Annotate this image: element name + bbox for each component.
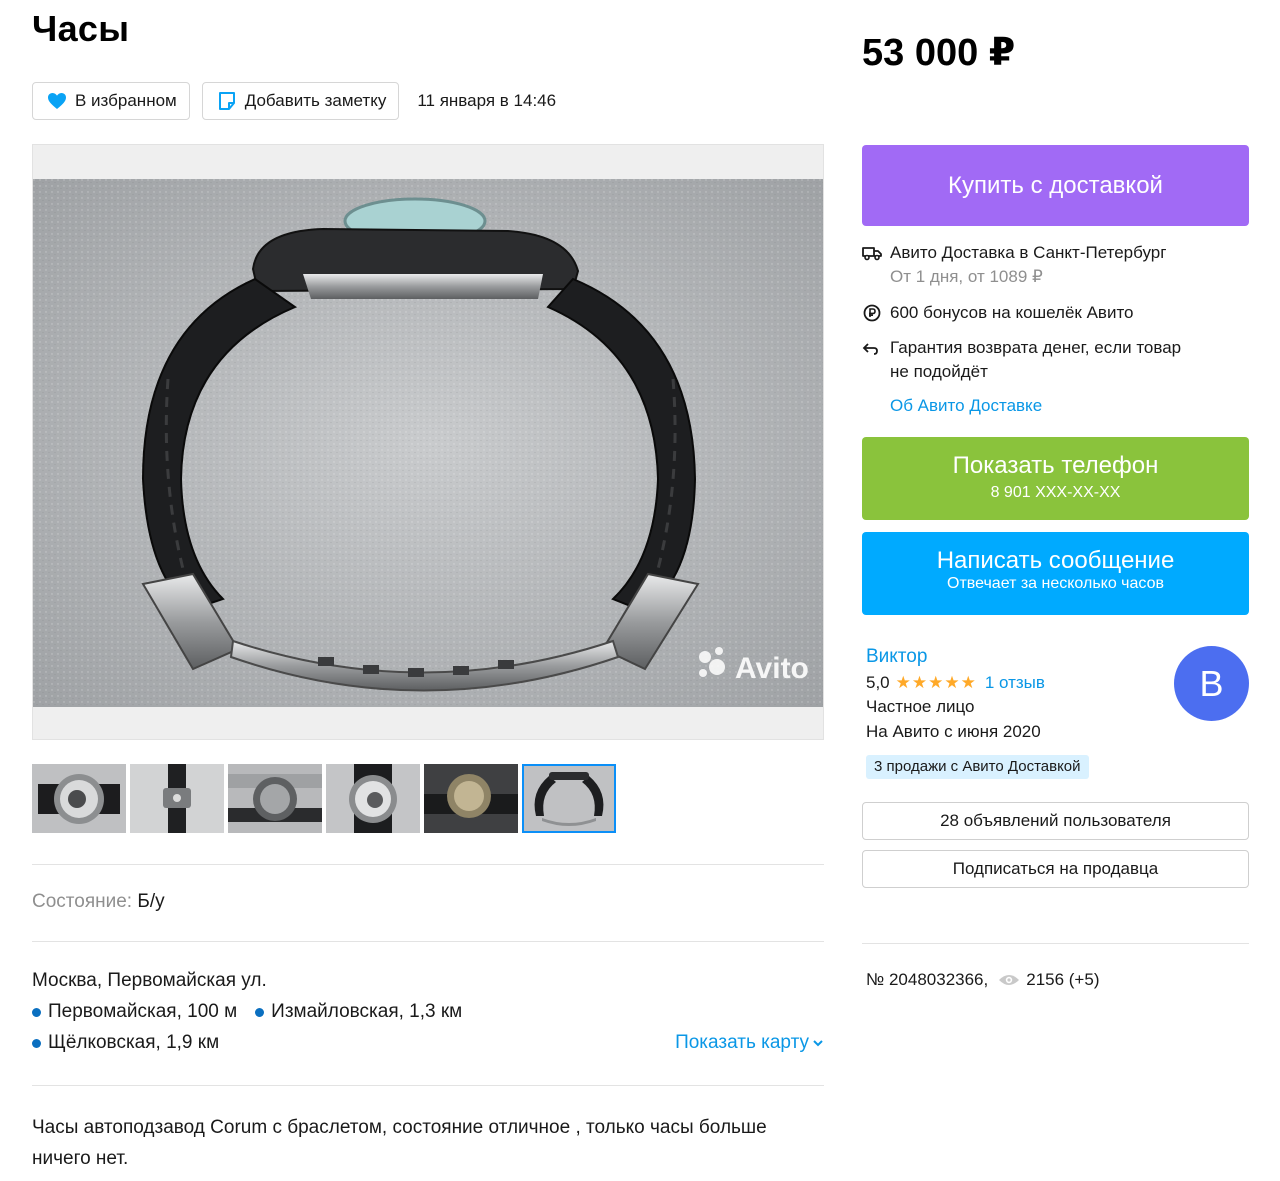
description: Часы автоподзавод Corum с браслетом, сос…	[32, 1117, 767, 1169]
ruble-coin-icon	[863, 304, 881, 322]
show-map-link[interactable]: Показать карту	[675, 1032, 824, 1054]
page-title: Часы	[32, 8, 130, 49]
reviews-link[interactable]: 1 отзыв	[985, 673, 1045, 693]
heart-icon	[48, 93, 66, 109]
avito-watermark: Avito	[735, 652, 809, 685]
avatar[interactable]: В	[1174, 646, 1249, 721]
return-arrow-icon	[862, 343, 878, 355]
user-ads-button[interactable]: 28 объявлений пользователя	[862, 802, 1249, 840]
write-message-label: Написать сообщение	[936, 547, 1175, 574]
condition-value: Б/у	[137, 891, 165, 912]
guarantee-info: Гарантия возврата денег, если товар не п…	[862, 336, 1181, 384]
eye-icon	[999, 975, 1020, 985]
ad-meta: № 2048032366, 2156 (+5)	[866, 970, 1099, 990]
seller-type: Частное лицо	[866, 697, 975, 716]
metro-list: Щёлковская, 1,9 км	[32, 1032, 237, 1054]
buy-with-delivery-button[interactable]: Купить с доставкой	[862, 145, 1249, 226]
bonus-text: 600 бонусов на кошелёк Авито	[890, 303, 1134, 322]
metro-dot-icon	[32, 1007, 41, 1017]
seller-name-link[interactable]: Виктор	[866, 646, 927, 668]
guarantee-line1: Гарантия возврата денег, если товар	[890, 338, 1182, 357]
metro-dot-icon	[255, 1007, 265, 1017]
listing-date: 11 января в 14:46	[417, 91, 557, 110]
delivery-sub: От 1 дня, от 1089 ₽	[890, 267, 1043, 286]
listing-actions: В избранном Добавить заметку 11 января в…	[32, 82, 556, 120]
main-photo[interactable]: Avito	[33, 179, 824, 707]
guarantee-line2: не подойдёт	[890, 362, 988, 381]
write-message-button[interactable]: Написать сообщение Отвечает за несколько…	[862, 532, 1249, 615]
price: 53 000 ₽	[862, 32, 1016, 74]
view-count: 2156 (+5)	[1026, 970, 1100, 989]
add-note-button[interactable]: Добавить заметку	[201, 82, 400, 120]
metro-label: Измайловская, 1,3 км	[271, 1001, 463, 1022]
metro-dot-icon	[32, 1038, 41, 1048]
favorite-label: В избранном	[75, 91, 177, 110]
rating-stars-icon: ★★★★★	[895, 673, 977, 692]
about-delivery-link[interactable]: Об Авито Доставке	[890, 394, 1042, 418]
thumbnail-5[interactable]	[424, 764, 518, 833]
seller-since: На Авито с июня 2020	[866, 722, 1041, 741]
truck-icon	[862, 247, 882, 261]
thumbnail-4[interactable]	[326, 764, 420, 833]
response-time: Отвечает за несколько часов	[947, 575, 1164, 592]
chevron-down-icon	[813, 1040, 823, 1047]
metro-label: Первомайская, 100 м	[48, 1001, 238, 1022]
delivery-info: Авито Доставка в Санкт-Петербург От 1 дн…	[862, 241, 1166, 289]
delivery-title: Авито Доставка в Санкт-Петербург	[890, 243, 1167, 262]
condition: Состояние: Б/у	[32, 891, 165, 913]
divider	[32, 1085, 824, 1086]
favorite-button[interactable]: В избранном	[32, 82, 190, 120]
show-phone-label: Показать телефон	[952, 452, 1159, 479]
sales-badge: 3 продажи с Авито Доставкой	[866, 755, 1089, 779]
thumbnail-1[interactable]	[32, 764, 126, 833]
add-note-label: Добавить заметку	[244, 91, 387, 110]
metro-label: Щёлковская, 1,9 км	[48, 1032, 220, 1053]
thumbnail-2[interactable]	[130, 764, 224, 833]
show-phone-button[interactable]: Показать телефон 8 901 XXX-XX-XX	[862, 437, 1249, 520]
ad-number: № 2048032366,	[866, 970, 989, 989]
rating-value: 5,0	[866, 673, 890, 692]
divider	[32, 941, 824, 942]
divider	[32, 864, 824, 865]
thumbnail-3[interactable]	[228, 764, 322, 833]
metro-station: Щёлковская, 1,9 км	[32, 1032, 219, 1054]
metro-list: Первомайская, 100 м Измайловская, 1,3 км	[32, 1001, 480, 1023]
address: Москва, Первомайская ул.	[32, 970, 267, 991]
metro-station: Первомайская, 100 м	[32, 1001, 237, 1023]
subscribe-seller-button[interactable]: Подписаться на продавца	[862, 850, 1249, 888]
phone-number: 8 901 XXX-XX-XX	[990, 484, 1121, 501]
photo-gallery[interactable]: Avito	[32, 144, 824, 740]
seller-rating: 5,0 ★★★★★ 1 отзыв	[866, 673, 1045, 693]
show-map-label: Показать карту	[675, 1032, 809, 1053]
note-icon	[218, 92, 235, 110]
divider	[862, 943, 1249, 944]
condition-key: Состояние:	[32, 891, 133, 912]
thumbnail-6[interactable]	[522, 764, 616, 833]
bonus-info: 600 бонусов на кошелёк Авито	[862, 301, 1134, 329]
thumbnail-strip	[32, 764, 620, 833]
metro-station: Измайловская, 1,3 км	[255, 1001, 462, 1023]
